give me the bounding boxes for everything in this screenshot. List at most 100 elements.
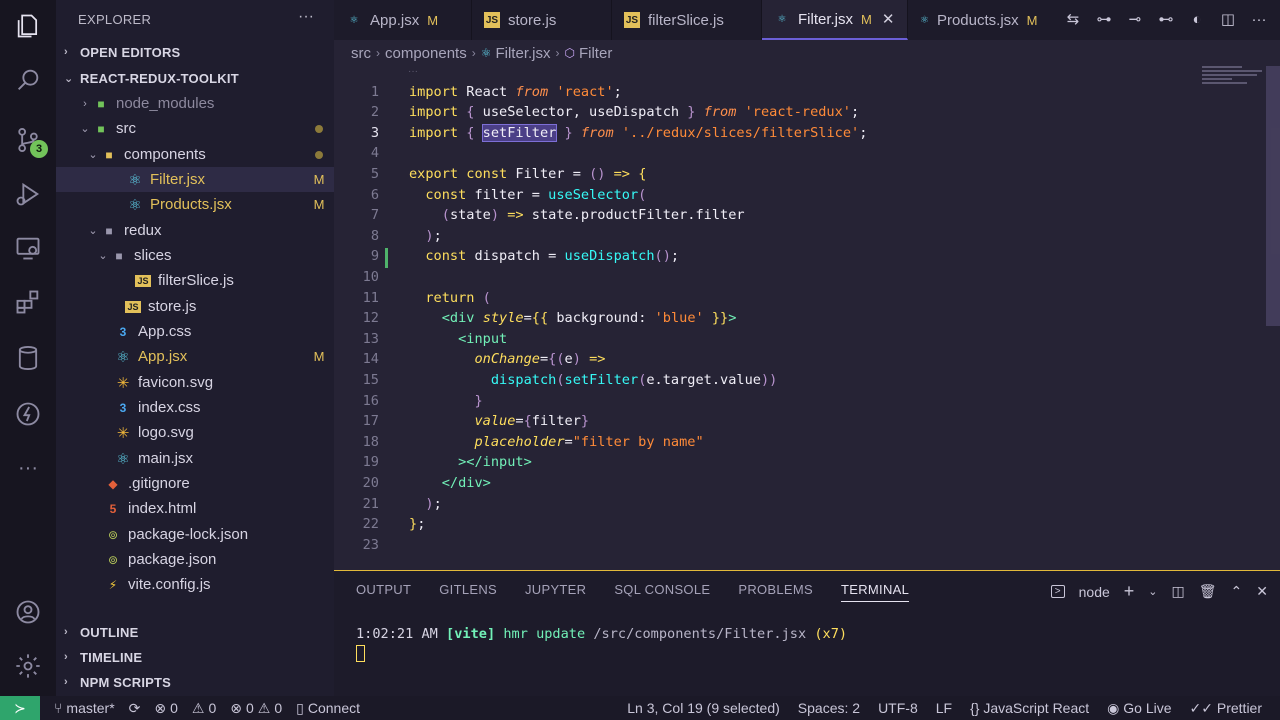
- close-icon[interactable]: ✕: [882, 10, 895, 28]
- tree-item[interactable]: JS store.js: [56, 294, 334, 319]
- code-line[interactable]: 22};: [334, 514, 1264, 535]
- chevron-down-icon[interactable]: ⌄: [1148, 585, 1157, 598]
- indentation[interactable]: Spaces: 2: [798, 700, 860, 717]
- tree-item[interactable]: ⌄ ■ redux: [56, 218, 334, 243]
- code-line[interactable]: 23: [334, 535, 1264, 556]
- code-line[interactable]: 12 <div style={{ background: 'blue' }}>: [334, 308, 1264, 329]
- tree-item[interactable]: ⚛ App.jsx M: [56, 344, 334, 369]
- code-line[interactable]: 9 const dispatch = useDispatch();: [334, 246, 1264, 267]
- section-npm-scripts[interactable]: › NPM SCRIPTS: [56, 670, 334, 694]
- section-outline[interactable]: › OUTLINE: [56, 620, 334, 644]
- tree-item[interactable]: JS filterSlice.js: [56, 268, 334, 293]
- language-mode[interactable]: {} JavaScript React: [970, 700, 1089, 717]
- git-commit-icon[interactable]: ⊶: [1095, 10, 1113, 28]
- encoding[interactable]: UTF-8: [878, 700, 918, 717]
- code-line[interactable]: 4: [334, 143, 1264, 164]
- toggle-blame-icon[interactable]: ◐: [1188, 10, 1206, 28]
- tree-item[interactable]: 5 index.html: [56, 496, 334, 521]
- tab-filter-jsx[interactable]: ⚛ Filter.jsx M ✕: [762, 0, 908, 40]
- more-icon[interactable]: ···: [12, 452, 44, 484]
- tab-store-js[interactable]: JS store.js: [472, 0, 612, 40]
- split-terminal-icon[interactable]: ◫: [1172, 583, 1185, 600]
- code-line[interactable]: 3 import { setFilter } from '../redux/sli…: [334, 123, 1264, 144]
- database-icon[interactable]: [12, 342, 44, 374]
- tree-item[interactable]: 3 App.css: [56, 319, 334, 344]
- tree-item[interactable]: ⚛ Filter.jsx M: [56, 167, 334, 192]
- settings-gear-icon[interactable]: [12, 650, 44, 682]
- errors-count[interactable]: ⊗ 0: [154, 700, 178, 717]
- code-editor[interactable]: ··· 1 import React from 'react'; 2 import {…: [334, 66, 1280, 570]
- git-branch[interactable]: ⑂ master*: [54, 700, 115, 716]
- code-line[interactable]: 7 (state) => state.productFilter.filter: [334, 205, 1264, 226]
- tree-item[interactable]: 3 index.css: [56, 395, 334, 420]
- new-terminal-icon[interactable]: +: [1124, 581, 1135, 602]
- code-line[interactable]: 18 placeholder="filter by name": [334, 432, 1264, 453]
- tree-item[interactable]: ⚛ Products.jsx M: [56, 192, 334, 217]
- tab-output[interactable]: OUTPUT: [356, 582, 411, 602]
- tree-item[interactable]: ✳ favicon.svg: [56, 370, 334, 395]
- code-line[interactable]: 21 );: [334, 494, 1264, 515]
- run-debug-icon[interactable]: [12, 178, 44, 210]
- tree-item[interactable]: ⊚ package-lock.json: [56, 522, 334, 547]
- timeline-prev-icon[interactable]: ⊸: [1126, 10, 1144, 28]
- code-line[interactable]: 11 return (: [334, 288, 1264, 309]
- go-live-button[interactable]: ◉ Go Live: [1107, 700, 1171, 717]
- terminal-name[interactable]: node: [1079, 584, 1110, 600]
- breadcrumb-symbol[interactable]: Filter: [579, 45, 612, 62]
- trash-icon[interactable]: 🗑: [1199, 583, 1217, 600]
- code-line[interactable]: 16 }: [334, 391, 1264, 412]
- section-open-editors[interactable]: › OPEN EDITORS: [56, 40, 334, 64]
- code-line[interactable]: 10: [334, 267, 1264, 288]
- sync-icon[interactable]: ⟳: [129, 700, 141, 717]
- tab-problems[interactable]: PROBLEMS: [738, 582, 813, 602]
- cursor-position[interactable]: Ln 3, Col 19 (9 selected): [627, 700, 780, 717]
- code-line[interactable]: 19 ></input>: [334, 452, 1264, 473]
- source-control-icon[interactable]: 3: [12, 124, 48, 158]
- code-line[interactable]: 6 const filter = useSelector(: [334, 185, 1264, 206]
- more-actions-icon[interactable]: ···: [1250, 10, 1268, 28]
- tree-item[interactable]: ⌄ ■ src: [56, 116, 334, 141]
- connect-button[interactable]: ▯ Connect: [296, 700, 360, 717]
- remote-explorer-icon[interactable]: [12, 232, 44, 264]
- ports-count[interactable]: ⊗ 0 ⚠ 0: [230, 700, 282, 717]
- search-icon[interactable]: [12, 64, 44, 96]
- tab-jupyter[interactable]: JUPYTER: [525, 582, 586, 602]
- explorer-icon[interactable]: [12, 10, 44, 42]
- tab-products-jsx[interactable]: ⚛ Products.jsx M: [908, 0, 1048, 40]
- more-actions-icon[interactable]: ···: [298, 8, 314, 26]
- code-line[interactable]: 20 </div>: [334, 473, 1264, 494]
- prettier-status[interactable]: ✓✓ Prettier: [1190, 700, 1262, 717]
- code-line[interactable]: 15 dispatch(setFilter(e.target.value)): [334, 370, 1264, 391]
- breadcrumb-src[interactable]: src: [351, 45, 371, 62]
- breadcrumb-components[interactable]: components: [385, 45, 467, 62]
- timeline-next-icon[interactable]: ⊷: [1157, 10, 1175, 28]
- code-line[interactable]: 1 import React from 'react';: [334, 82, 1264, 103]
- section-project[interactable]: ⌄ REACT-REDUX-TOOLKIT: [56, 66, 334, 90]
- tab-sql-console[interactable]: SQL CONSOLE: [614, 582, 710, 602]
- close-icon[interactable]: ✕: [1256, 583, 1268, 600]
- tab-terminal[interactable]: TERMINAL: [841, 582, 910, 602]
- account-icon[interactable]: [12, 596, 44, 628]
- compare-changes-icon[interactable]: ⇆: [1064, 10, 1082, 28]
- thunder-client-icon[interactable]: [12, 398, 44, 430]
- tab-app-jsx[interactable]: ⚛ App.jsx M: [334, 0, 472, 40]
- section-timeline[interactable]: › TIMELINE: [56, 645, 334, 669]
- split-editor-icon[interactable]: ◫: [1219, 10, 1237, 28]
- tree-item[interactable]: ✳ logo.svg: [56, 420, 334, 445]
- code-line[interactable]: 5 export const Filter = () => {: [334, 164, 1264, 185]
- extensions-icon[interactable]: [12, 286, 44, 318]
- code-line[interactable]: 8 );: [334, 226, 1264, 247]
- tab-filterslice-js[interactable]: JS filterSlice.js: [612, 0, 762, 40]
- tree-item[interactable]: ⊚ package.json: [56, 547, 334, 572]
- end-of-line[interactable]: LF: [936, 700, 952, 717]
- tree-item[interactable]: ⚛ main.jsx: [56, 446, 334, 471]
- tab-gitlens[interactable]: GITLENS: [439, 582, 497, 602]
- code-line[interactable]: 17 value={filter}: [334, 411, 1264, 432]
- tree-item[interactable]: › ■ node_modules: [56, 91, 334, 116]
- tree-item[interactable]: ⌄ ■ components: [56, 142, 334, 167]
- vertical-scrollbar[interactable]: [1266, 66, 1280, 326]
- maximize-panel-icon[interactable]: ⌃: [1231, 583, 1243, 600]
- code-line[interactable]: 2 import { useSelector, useDispatch } fro…: [334, 102, 1264, 123]
- warnings-count[interactable]: ⚠ 0: [192, 700, 216, 717]
- code-line[interactable]: 14 onChange={(e) =>: [334, 349, 1264, 370]
